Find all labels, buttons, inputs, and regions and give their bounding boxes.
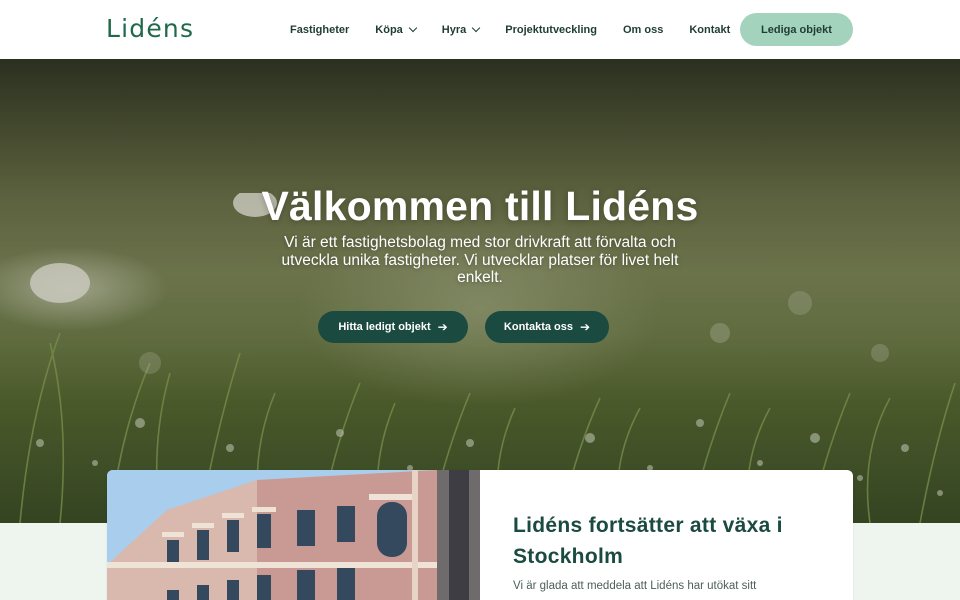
button-label: Kontakta oss <box>503 321 573 333</box>
news-title: Lidéns fortsätter att växa i Stockholm <box>513 514 783 568</box>
nav-label: Köpa <box>375 23 403 36</box>
site-header: Lidéns Fastigheter Köpa Hyra Projektutve… <box>0 0 960 59</box>
chevron-down-icon <box>472 23 481 33</box>
hero-overlay <box>0 59 960 523</box>
find-vacancy-button[interactable]: Hitta ledigt objekt ➔ <box>318 311 468 343</box>
nav-label: Hyra <box>441 23 467 36</box>
news-card[interactable]: Lidéns fortsätter att växa i Stockholm V… <box>107 470 853 600</box>
nav-label: Om oss <box>622 23 664 36</box>
nav-item-kopa[interactable]: Köpa <box>375 23 418 36</box>
building-image <box>107 470 480 600</box>
nav-label: Kontakt <box>689 23 731 36</box>
lediga-objekt-button[interactable]: Lediga objekt <box>740 13 853 46</box>
hero-section: Välkommen till Lidéns Vi är ett fastighe… <box>0 59 960 523</box>
main-nav: Fastigheter Köpa Hyra Projektutveckling … <box>290 0 756 59</box>
nav-label: Fastigheter <box>290 23 350 36</box>
nav-item-kontakt[interactable]: Kontakt <box>689 24 730 36</box>
nav-item-hyra[interactable]: Hyra <box>441 23 481 36</box>
nav-item-projektutveckling[interactable]: Projektutveckling <box>505 24 597 36</box>
contact-us-button[interactable]: Kontakta oss ➔ <box>485 311 609 343</box>
hero-title: Välkommen till Lidéns <box>261 183 699 229</box>
news-excerpt: Vi är glada att meddela att Lidéns har u… <box>513 580 757 592</box>
nav-item-fastigheter[interactable]: Fastigheter <box>290 24 349 36</box>
nav-label: Projektutveckling <box>505 23 597 36</box>
arrow-right-icon: ➔ <box>580 320 591 334</box>
logo[interactable]: Lidéns <box>106 14 194 43</box>
button-label: Hitta ledigt objekt <box>338 321 431 333</box>
arrow-right-icon: ➔ <box>437 320 448 334</box>
hero-subtitle: Vi är ett fastighetsbolag med stor drivk… <box>281 234 679 286</box>
chevron-down-icon <box>408 23 418 33</box>
nav-item-om-oss[interactable]: Om oss <box>623 24 663 36</box>
